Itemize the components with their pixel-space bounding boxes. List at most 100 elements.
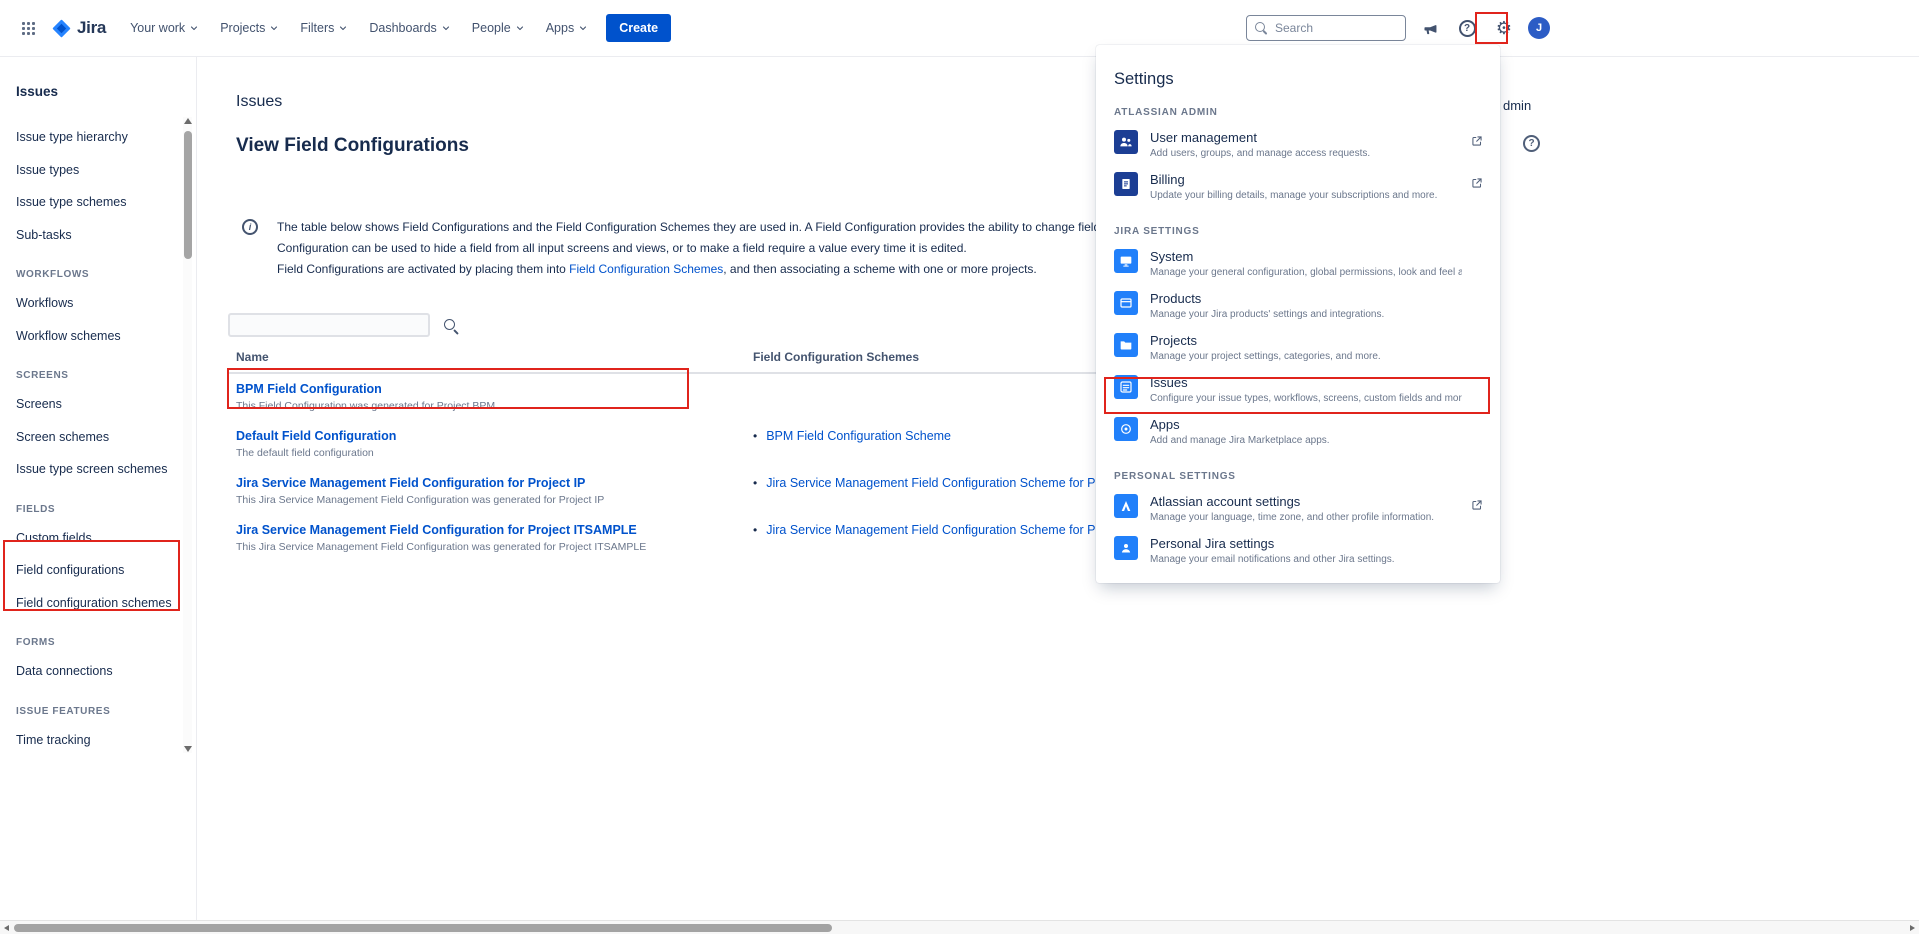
scrollbar-thumb[interactable] — [14, 924, 832, 932]
scroll-right-arrow[interactable] — [1910, 925, 1915, 931]
column-header-name: Name — [228, 345, 745, 373]
chevron-down-icon — [268, 22, 280, 34]
sidebar-heading-fields: FIELDS — [0, 486, 196, 522]
sidebar-item-time-tracking[interactable]: Time tracking — [0, 724, 196, 757]
nav-item-label: Dashboards — [369, 21, 436, 35]
settings-item-user-management[interactable]: User management Add users, groups, and m… — [1096, 124, 1500, 166]
sidebar-item-issue-type-screen-schemes[interactable]: Issue type screen schemes — [0, 453, 196, 486]
sidebar-item-custom-fields[interactable]: Custom fields — [0, 522, 196, 555]
scheme-link[interactable]: Jira Service Management Field Configurat… — [766, 523, 1133, 537]
settings-item-label: Products — [1150, 291, 1384, 306]
page-help-icon[interactable]: ? — [1523, 135, 1540, 152]
users-icon — [1114, 130, 1138, 154]
sidebar-item-screens[interactable]: Screens — [0, 388, 196, 421]
settings-item-label: Apps — [1150, 417, 1330, 432]
jira-logo[interactable]: Jira — [51, 18, 106, 39]
field-config-link-jsm-itsample[interactable]: Jira Service Management Field Configurat… — [236, 523, 637, 537]
field-configuration-schemes-link[interactable]: Field Configuration Schemes — [569, 262, 723, 276]
settings-item-projects[interactable]: Projects Manage your project settings, c… — [1096, 327, 1500, 369]
sidebar-item-workflows[interactable]: Workflows — [0, 287, 196, 320]
field-config-description: This Jira Service Management Field Confi… — [236, 494, 737, 506]
create-button[interactable]: Create — [606, 14, 671, 42]
scroll-up-arrow[interactable] — [184, 118, 192, 124]
info-icon: i — [242, 219, 258, 235]
sidebar-item-sub-tasks[interactable]: Sub-tasks — [0, 219, 196, 252]
chevron-down-icon — [577, 22, 589, 34]
field-config-link-jsm-ip[interactable]: Jira Service Management Field Configurat… — [236, 476, 585, 490]
field-config-link-default[interactable]: Default Field Configuration — [236, 429, 396, 443]
field-config-description: This Jira Service Management Field Confi… — [236, 541, 737, 553]
settings-item-label: Projects — [1150, 333, 1381, 348]
nav-item-your-work[interactable]: Your work — [121, 14, 209, 42]
external-link-icon — [1470, 498, 1484, 512]
apps-icon — [1114, 417, 1138, 441]
sidebar-title: Issues — [0, 57, 196, 99]
scrollbar-thumb[interactable] — [184, 131, 192, 259]
scroll-left-arrow[interactable] — [4, 925, 9, 931]
billing-icon — [1114, 172, 1138, 196]
sidebar-item-screen-schemes[interactable]: Screen schemes — [0, 421, 196, 454]
nav-item-apps[interactable]: Apps — [537, 14, 599, 42]
gear-icon: ⚙ — [1496, 19, 1512, 37]
issues-icon — [1114, 375, 1138, 399]
sidebar-item-issue-types[interactable]: Issue types — [0, 154, 196, 187]
field-config-link-bpm[interactable]: BPM Field Configuration — [236, 382, 382, 396]
settings-item-label: System — [1150, 249, 1462, 264]
sidebar-item-field-configurations[interactable]: Field configurations — [0, 554, 196, 587]
scroll-down-arrow[interactable] — [184, 746, 192, 752]
grid-icon — [21, 21, 36, 36]
products-icon — [1114, 291, 1138, 315]
nav-item-projects[interactable]: Projects — [211, 14, 289, 42]
settings-heading-jira-settings: JIRA SETTINGS — [1096, 208, 1500, 243]
help-icon: ? — [1459, 20, 1476, 37]
nav-item-label: Your work — [130, 21, 185, 35]
scheme-link[interactable]: Jira Service Management Field Configurat… — [766, 476, 1133, 490]
jira-logo-text: Jira — [77, 18, 106, 38]
nav-item-label: People — [472, 21, 511, 35]
filter-search-icon[interactable] — [444, 319, 460, 335]
app-switcher-button[interactable] — [14, 14, 42, 42]
settings-item-billing[interactable]: Billing Update your billing details, man… — [1096, 166, 1500, 208]
settings-gear-button[interactable]: ⚙ — [1491, 15, 1517, 41]
sidebar-item-field-configuration-schemes[interactable]: Field configuration schemes — [0, 587, 196, 620]
nav-item-label: Apps — [546, 21, 575, 35]
nav-item-people[interactable]: People — [463, 14, 535, 42]
settings-item-apps[interactable]: Apps Add and manage Jira Marketplace app… — [1096, 411, 1500, 453]
user-avatar[interactable]: J — [1528, 17, 1550, 39]
sidebar-scrollbar[interactable] — [183, 117, 192, 753]
settings-item-system[interactable]: System Manage your general configuration… — [1096, 243, 1500, 285]
settings-item-issues[interactable]: Issues Configure your issue types, workf… — [1096, 369, 1500, 411]
global-search[interactable] — [1246, 15, 1406, 41]
intro-note: i The table below shows Field Configurat… — [242, 217, 1139, 280]
intro-line-2: Configuration can be used to hide a fiel… — [277, 238, 1139, 259]
horizontal-scrollbar[interactable] — [0, 920, 1919, 934]
system-icon — [1114, 249, 1138, 273]
nav-item-filters[interactable]: Filters — [291, 14, 358, 42]
help-button[interactable]: ? — [1454, 15, 1480, 41]
sidebar-item-workflow-schemes[interactable]: Workflow schemes — [0, 320, 196, 353]
sidebar-item-issue-type-schemes[interactable]: Issue type schemes — [0, 186, 196, 219]
sidebar-item-data-connections[interactable]: Data connections — [0, 655, 196, 688]
admin-sidebar: Issues Issue type hierarchy Issue types … — [0, 57, 197, 920]
nav-item-dashboards[interactable]: Dashboards — [360, 14, 460, 42]
megaphone-icon — [1422, 20, 1439, 37]
scheme-link[interactable]: BPM Field Configuration Scheme — [766, 429, 951, 443]
external-link-icon — [1470, 176, 1484, 190]
search-input[interactable] — [1275, 21, 1397, 35]
settings-item-atlassian-account-settings[interactable]: Atlassian account settings Manage your l… — [1096, 488, 1500, 530]
feedback-button[interactable] — [1417, 15, 1443, 41]
field-config-description: The default field configuration — [236, 447, 737, 459]
settings-item-products[interactable]: Products Manage your Jira products' sett… — [1096, 285, 1500, 327]
settings-item-label: Billing — [1150, 172, 1437, 187]
settings-item-description: Add users, groups, and manage access req… — [1150, 147, 1370, 160]
primary-navigation: Your work Projects Filters Dashboards Pe… — [121, 14, 598, 42]
search-icon — [1255, 22, 1268, 35]
sidebar-item-issue-type-hierarchy[interactable]: Issue type hierarchy — [0, 121, 196, 154]
top-navigation-bar: Jira Your work Projects Filters Dashboar… — [0, 0, 1919, 57]
settings-item-label: User management — [1150, 130, 1370, 145]
filter-input[interactable] — [228, 313, 430, 337]
settings-dropdown-panel: Settings ATLASSIAN ADMIN User management… — [1096, 45, 1500, 583]
section-title: Issues — [236, 93, 282, 111]
settings-item-personal-jira-settings[interactable]: Personal Jira settings Manage your email… — [1096, 530, 1500, 572]
settings-item-description: Manage your language, time zone, and oth… — [1150, 511, 1434, 524]
